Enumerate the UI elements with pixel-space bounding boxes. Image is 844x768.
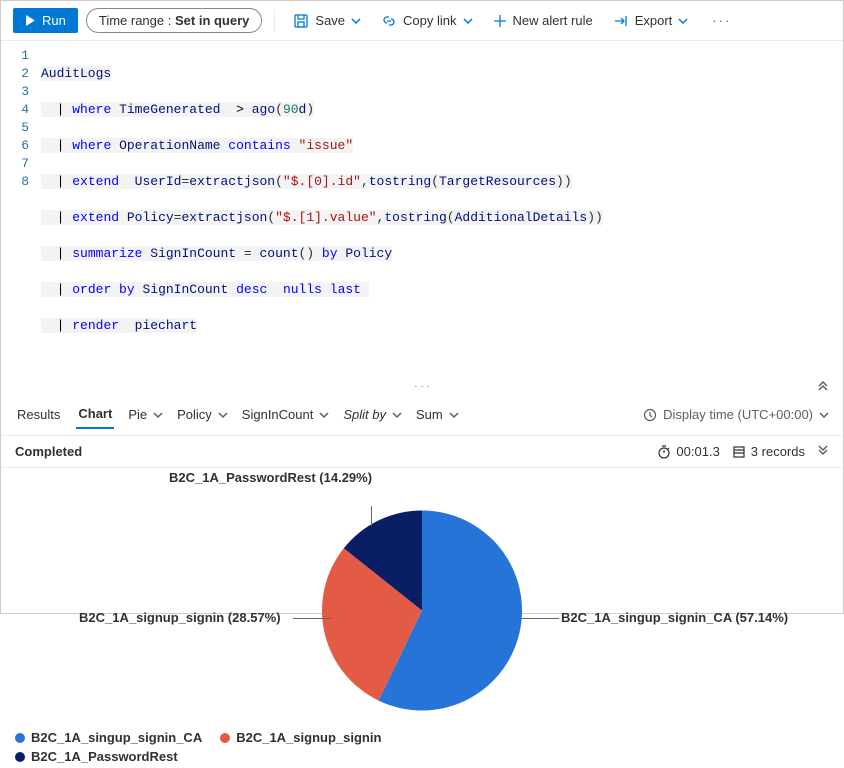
export-button[interactable]: Export: [607, 9, 695, 33]
new-alert-label: New alert rule: [513, 13, 593, 28]
display-time-value: Display time (UTC+00:00): [663, 407, 813, 422]
clock-icon: [643, 408, 657, 422]
query-editor[interactable]: 12345678 AuditLogs | where TimeGenerated…: [1, 41, 843, 379]
link-icon: [381, 13, 397, 29]
swatch-icon: [15, 733, 25, 743]
swatch-icon: [15, 752, 25, 762]
time-range-value: Set in query: [175, 13, 249, 28]
chevron-double-up-icon: [817, 379, 829, 391]
duration: 00:01.3: [657, 444, 719, 459]
chevron-down-icon: [218, 410, 228, 420]
legend-label: B2C_1A_PasswordRest: [31, 749, 178, 764]
copy-link-label: Copy link: [403, 13, 456, 28]
lead-line: [521, 618, 559, 619]
record-count: 3 records: [732, 444, 805, 459]
result-tabs: Results Chart Pie Policy SignInCount Spl…: [1, 394, 843, 436]
duration-value: 00:01.3: [676, 444, 719, 459]
x-field-value: Policy: [177, 407, 212, 422]
chevron-double-down-icon: [817, 444, 829, 456]
chevron-down-icon: [678, 16, 688, 26]
records-icon: [732, 445, 746, 459]
record-count-value: 3 records: [751, 444, 805, 459]
swatch-icon: [220, 733, 230, 743]
pie-chart[interactable]: [317, 506, 527, 719]
save-button[interactable]: Save: [287, 9, 367, 33]
save-icon: [293, 13, 309, 29]
split-by-dropdown[interactable]: Split by: [343, 407, 402, 422]
pie-label-b: B2C_1A_signup_signin (28.57%): [79, 610, 281, 625]
more-button[interactable]: ···: [706, 9, 737, 32]
chart-type-dropdown[interactable]: Pie: [128, 407, 163, 422]
run-button[interactable]: Run: [13, 8, 78, 33]
chevron-down-icon: [463, 16, 473, 26]
plus-icon: [493, 14, 507, 28]
line-gutter: 12345678: [1, 47, 41, 371]
time-range-picker[interactable]: Time range : Set in query: [86, 8, 263, 33]
chart-type-value: Pie: [128, 407, 147, 422]
new-alert-button[interactable]: New alert rule: [487, 9, 599, 32]
editor-resize-handle[interactable]: · · ·: [1, 379, 843, 394]
chevron-down-icon: [819, 410, 829, 420]
save-label: Save: [315, 13, 345, 28]
chevron-down-icon: [449, 410, 459, 420]
run-label: Run: [42, 13, 66, 28]
separator: [274, 10, 275, 32]
lead-line: [293, 618, 331, 619]
toolbar: Run Time range : Set in query Save Copy …: [1, 1, 843, 41]
y-field-value: SignInCount: [242, 407, 314, 422]
legend-item-b[interactable]: B2C_1A_signup_signin: [220, 730, 381, 745]
pie-label-c: B2C_1A_PasswordRest (14.29%): [169, 470, 372, 485]
export-label: Export: [635, 13, 673, 28]
legend-item-c[interactable]: B2C_1A_PasswordRest: [15, 749, 178, 764]
code-area[interactable]: AuditLogs | where TimeGenerated > ago(90…: [41, 47, 843, 371]
status-meta: 00:01.3 3 records: [657, 444, 829, 459]
chevron-down-icon: [319, 410, 329, 420]
tab-results[interactable]: Results: [15, 401, 62, 428]
status-bar: Completed 00:01.3 3 records: [1, 436, 843, 468]
export-icon: [613, 13, 629, 29]
aggregation-value: Sum: [416, 407, 443, 422]
chart-area: B2C_1A_singup_signin_CA (57.14%) B2C_1A_…: [1, 468, 843, 768]
display-time-dropdown[interactable]: Display time (UTC+00:00): [643, 407, 829, 422]
chevron-down-icon: [153, 410, 163, 420]
time-range-label: Time range :: [99, 13, 172, 28]
stopwatch-icon: [657, 445, 671, 459]
lead-line: [371, 506, 372, 526]
aggregation-dropdown[interactable]: Sum: [416, 407, 459, 422]
collapse-editor-button[interactable]: [817, 379, 829, 394]
copy-link-button[interactable]: Copy link: [375, 9, 478, 33]
legend-label: B2C_1A_singup_signin_CA: [31, 730, 202, 745]
play-icon: [25, 15, 36, 26]
legend-label: B2C_1A_signup_signin: [236, 730, 381, 745]
status-label: Completed: [15, 444, 82, 459]
chart-legend: B2C_1A_singup_signin_CA B2C_1A_signup_si…: [15, 730, 515, 764]
ellipsis-icon: ···: [712, 13, 731, 28]
legend-item-a[interactable]: B2C_1A_singup_signin_CA: [15, 730, 202, 745]
split-by-label: Split by: [343, 407, 386, 422]
tab-chart[interactable]: Chart: [76, 400, 114, 429]
y-field-dropdown[interactable]: SignInCount: [242, 407, 330, 422]
pie-label-a: B2C_1A_singup_signin_CA (57.14%): [561, 610, 788, 625]
expand-results-button[interactable]: [817, 444, 829, 459]
pie-svg: [317, 506, 527, 716]
chevron-down-icon: [392, 410, 402, 420]
chevron-down-icon: [351, 16, 361, 26]
x-field-dropdown[interactable]: Policy: [177, 407, 228, 422]
